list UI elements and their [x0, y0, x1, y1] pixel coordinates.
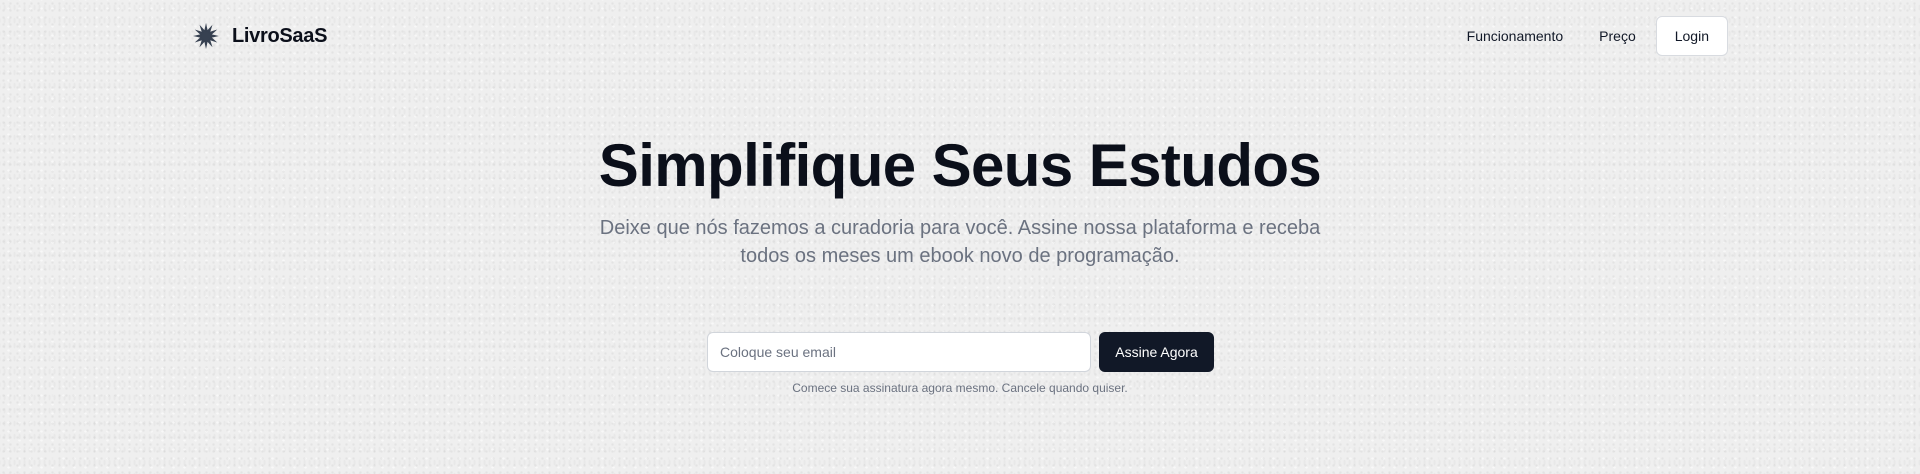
star-burst-icon [193, 23, 219, 49]
top-nav: LivroSaaS Funcionamento Preço Login [0, 0, 1920, 72]
hero-section: Simplifique Seus Estudos Deixe que nós f… [0, 128, 1920, 270]
nav-link-funcionamento[interactable]: Funcionamento [1449, 16, 1582, 56]
subscribe-button[interactable]: Assine Agora [1099, 332, 1214, 372]
signup-note: Comece sua assinatura agora mesmo. Cance… [792, 381, 1128, 395]
nav-link-preco[interactable]: Preço [1581, 16, 1654, 56]
brand-logo[interactable]: LivroSaaS [192, 22, 327, 50]
brand-name: LivroSaaS [232, 24, 328, 47]
hero-subtitle: Deixe que nós fazemos a curadoria para v… [599, 217, 1321, 267]
login-button[interactable]: Login [1655, 16, 1728, 56]
signup-form: Assine Agora [707, 332, 1214, 372]
hero-title: Simplifique Seus Estudos [598, 132, 1322, 199]
nav-links: Funcionamento Preço Login [1449, 16, 1728, 56]
email-input[interactable] [707, 332, 1091, 372]
